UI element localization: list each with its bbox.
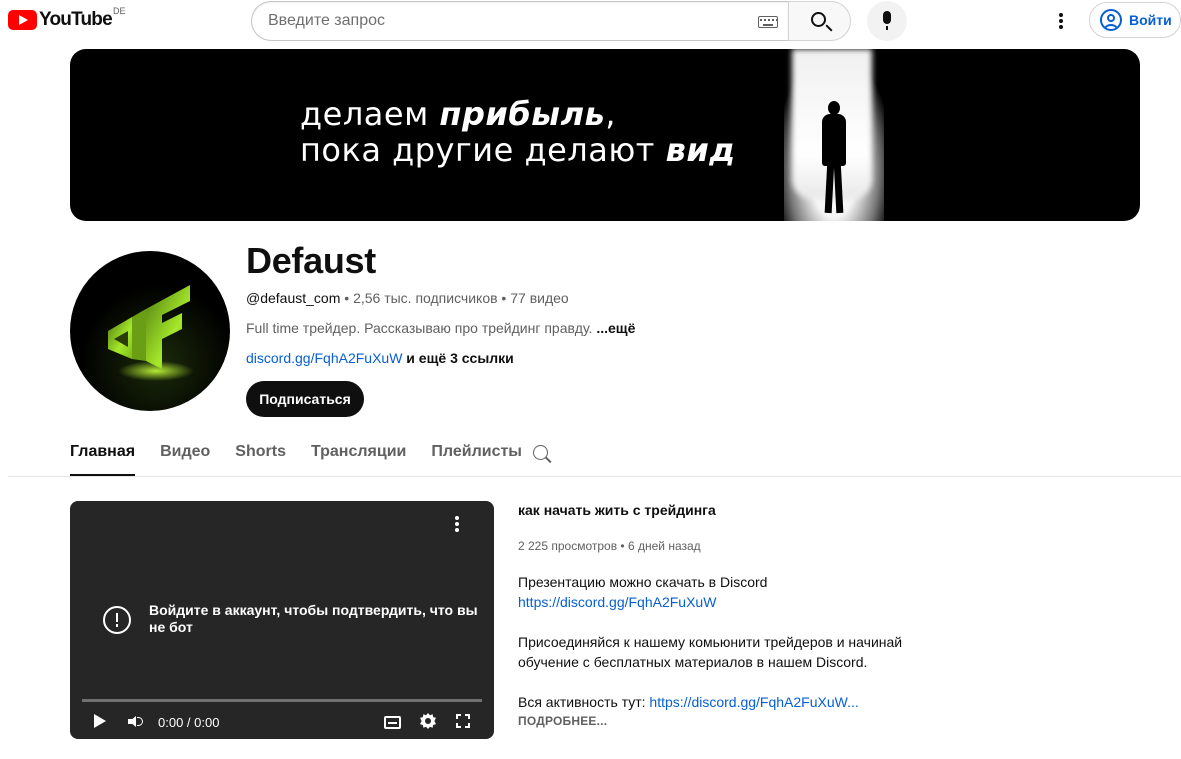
- featured-video-title[interactable]: как начать жить с трейдинга: [518, 502, 716, 518]
- more-vertical-icon: [1059, 25, 1063, 29]
- desc-line: Вся активность тут:: [518, 694, 650, 710]
- voice-search-button[interactable]: [867, 1, 907, 41]
- read-more-button[interactable]: ПОДРОБНЕЕ...: [518, 714, 607, 728]
- tab-playlists[interactable]: Плейлисты: [431, 432, 522, 476]
- progress-bar[interactable]: [82, 699, 482, 702]
- channel-description[interactable]: Full time трейдер. Рассказываю про трейд…: [246, 320, 635, 336]
- channel-search-icon[interactable]: [532, 444, 552, 464]
- channel-description-text: Full time трейдер. Рассказываю про трейд…: [246, 320, 597, 336]
- search-box: [251, 1, 788, 41]
- channel-banner: делаем прибыль, пока другие делают вид: [70, 49, 1140, 221]
- banner-headline-line1: делаем прибыль,: [300, 95, 616, 133]
- defaust-logo-icon: [108, 285, 194, 381]
- view-count: 2 225 просмотров: [518, 539, 618, 553]
- channel-tabs: Главная Видео Shorts Трансляции Плейлист…: [70, 432, 548, 476]
- desc-line: обучение с бесплатных материалов в нашем…: [518, 654, 868, 670]
- desc-line: Презентацию можно скачать в Discord: [518, 574, 768, 590]
- volume-wave-icon: [137, 717, 143, 726]
- player-more-icon[interactable]: [450, 515, 464, 533]
- subscriber-count: 2,56 тыс. подписчиков: [353, 290, 498, 306]
- meta-separator: •: [617, 539, 628, 553]
- tab-live[interactable]: Трансляции: [311, 432, 406, 476]
- channel-name: Defaust: [246, 240, 376, 281]
- play-icon[interactable]: [94, 714, 106, 728]
- player-error-message: Войдите в аккаунт, чтобы подтвердить, чт…: [149, 602, 478, 635]
- fullscreen-icon[interactable]: [456, 714, 470, 728]
- banner-headline-line2: пока другие делают вид: [300, 131, 736, 169]
- youtube-logo[interactable]: YouTube DE: [8, 6, 126, 31]
- more-vertical-icon: [1059, 19, 1063, 23]
- youtube-logo-icon: [8, 10, 37, 30]
- meta-separator: •: [497, 290, 511, 306]
- masthead: YouTube DE Войти: [0, 0, 1181, 42]
- search-bar: [251, 1, 851, 41]
- signin-button[interactable]: Войти: [1089, 2, 1181, 38]
- tabs-divider: [8, 476, 1181, 477]
- description-more-link[interactable]: ...ещё: [596, 320, 635, 336]
- tab-shorts[interactable]: Shorts: [235, 432, 286, 476]
- alert-circle-icon: [103, 606, 131, 634]
- channel-meta: @defaust_com • 2,56 тыс. подписчиков • 7…: [246, 290, 569, 306]
- video-count: 77 видео: [510, 290, 569, 306]
- meta-separator: •: [340, 290, 354, 306]
- discord-link[interactable]: discord.gg/FqhA2FuXuW: [246, 350, 402, 366]
- featured-video-stats: 2 225 просмотров • 6 дней назад: [518, 539, 701, 553]
- desc-discord-link[interactable]: https://discord.gg/FqhA2FuXuW: [518, 594, 716, 610]
- featured-video-description: Презентацию можно скачать в Discord http…: [518, 572, 938, 712]
- search-input[interactable]: [268, 2, 748, 40]
- mic-icon: [883, 11, 891, 30]
- signin-label: Войти: [1129, 12, 1172, 28]
- desc-activity-link[interactable]: https://discord.gg/FqhA2FuXuW...: [649, 694, 858, 710]
- time-display: 0:00 / 0:00: [158, 715, 220, 730]
- upload-age: 6 дней назад: [627, 539, 701, 553]
- featured-video-player[interactable]: Войдите в аккаунт, чтобы подтвердить, чт…: [70, 501, 494, 739]
- settings-more-button[interactable]: [1051, 11, 1071, 31]
- more-vertical-icon: [1059, 13, 1063, 17]
- more-links-button[interactable]: и ещё 3 ссылки: [402, 350, 514, 366]
- user-circle-icon: [1100, 9, 1122, 31]
- banner-figure: [820, 101, 848, 214]
- search-button[interactable]: [788, 1, 851, 41]
- search-icon: [811, 12, 826, 27]
- subscribe-button[interactable]: Подписаться: [246, 381, 364, 417]
- tab-home[interactable]: Главная: [70, 432, 136, 476]
- tab-videos[interactable]: Видео: [160, 432, 210, 476]
- country-code: DE: [113, 6, 126, 16]
- channel-links: discord.gg/FqhA2FuXuW и ещё 3 ссылки: [246, 350, 514, 366]
- channel-avatar: [70, 251, 230, 411]
- keyboard-icon[interactable]: [758, 16, 778, 28]
- logo-text: YouTube: [39, 9, 113, 30]
- settings-gear-icon[interactable]: [420, 713, 436, 729]
- channel-handle: @defaust_com: [246, 290, 341, 306]
- captions-icon[interactable]: [384, 716, 401, 729]
- desc-line: Присоединяйся к нашему комьюнити трейдер…: [518, 634, 903, 650]
